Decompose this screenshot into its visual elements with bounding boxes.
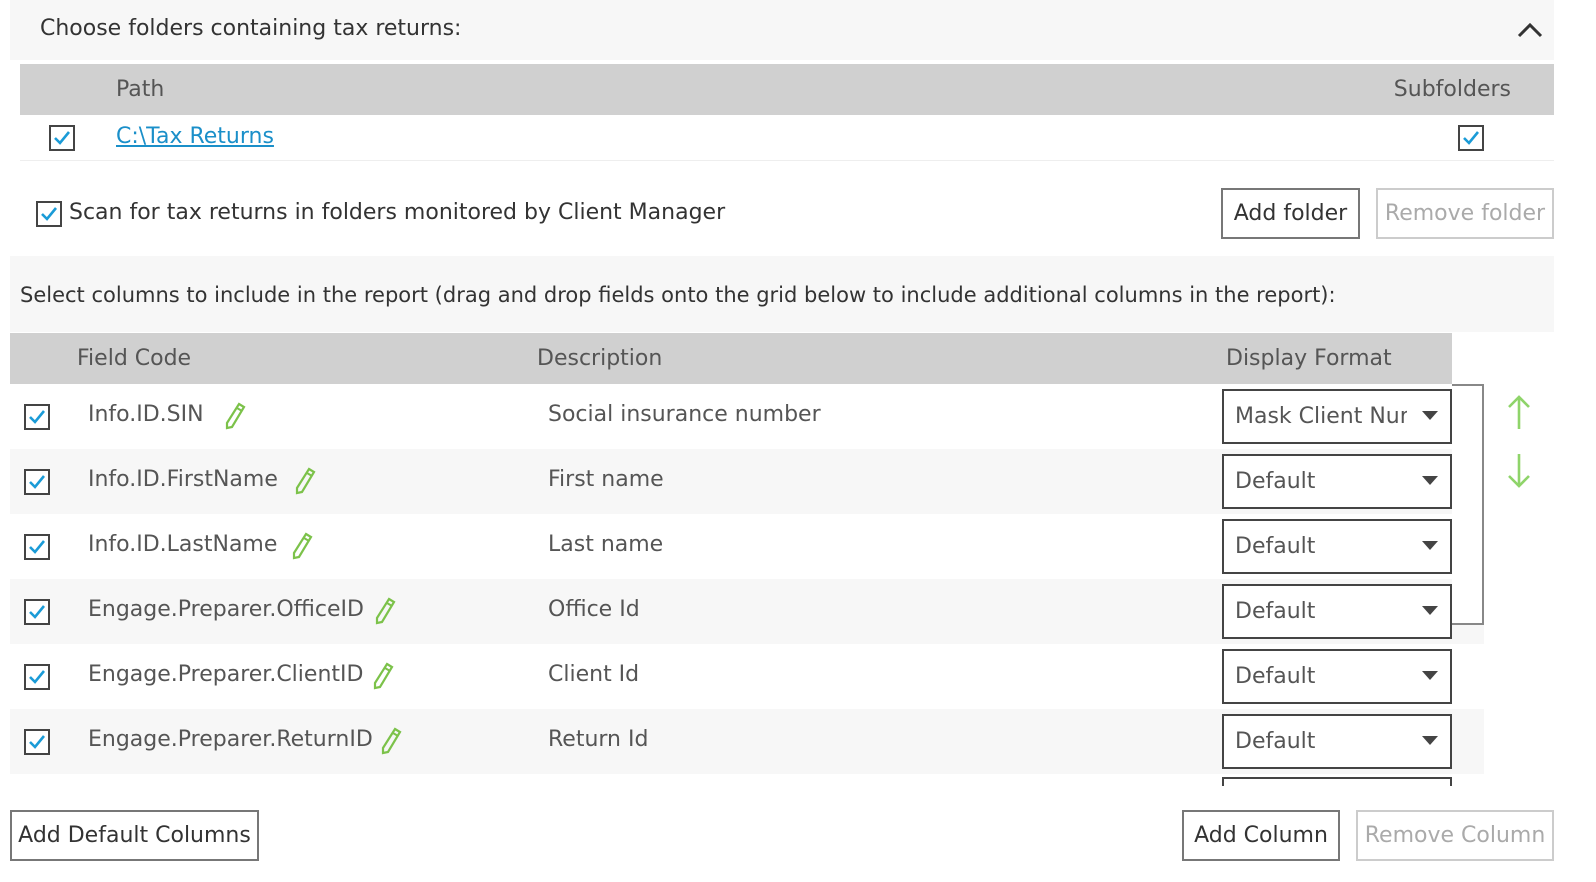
arrow-down-icon[interactable] (1504, 450, 1534, 490)
add-folder-button[interactable]: Add folder (1221, 188, 1360, 239)
columns-section-band: Select columns to include in the report … (10, 256, 1554, 332)
caret-down-icon (1422, 671, 1438, 680)
checkmark-icon (29, 670, 46, 684)
checkmark-icon (29, 410, 46, 424)
folder-grid-header: Path Subfolders (20, 64, 1554, 115)
field-code: Engage.Preparer.OfficeID (88, 597, 364, 622)
field-code-column-header: Field Code (77, 346, 192, 371)
table-row[interactable]: Info.ID.SIN Social insurance number Mask… (10, 384, 1484, 449)
column-include-checkbox[interactable] (24, 729, 50, 755)
column-include-checkbox[interactable] (24, 534, 50, 560)
pencil-icon[interactable] (224, 402, 246, 430)
caret-down-icon (1422, 411, 1438, 420)
caret-down-icon (1422, 541, 1438, 550)
columns-grid[interactable]: Info.ID.SIN Social insurance number Mask… (10, 384, 1484, 786)
pencil-icon[interactable] (291, 532, 313, 560)
display-format-select[interactable]: Default (1222, 454, 1452, 509)
display-format-value: Default (1235, 729, 1316, 754)
chevron-up-icon[interactable] (1516, 18, 1544, 42)
column-include-checkbox[interactable] (24, 469, 50, 495)
display-format-select[interactable] (1222, 777, 1452, 786)
folder-path-link[interactable]: C:\Tax Returns (116, 124, 274, 149)
display-format-column-header: Display Format (1226, 346, 1392, 371)
checkmark-icon (29, 605, 46, 619)
table-row[interactable] (10, 774, 1484, 786)
display-format-value: Default (1235, 534, 1316, 559)
field-code: Info.ID.SIN (88, 402, 204, 427)
field-description: Last name (548, 532, 664, 557)
field-code: Info.ID.FirstName (88, 467, 278, 492)
arrow-up-icon[interactable] (1504, 393, 1534, 433)
display-format-value: Mask Client Number (1235, 404, 1407, 429)
path-column-header: Path (116, 77, 165, 102)
display-format-select[interactable]: Default (1222, 649, 1452, 704)
display-format-select[interactable]: Default (1222, 714, 1452, 769)
folder-include-checkbox[interactable] (49, 125, 75, 151)
field-description: First name (548, 467, 664, 492)
column-include-checkbox[interactable] (24, 599, 50, 625)
subfolders-column-header: Subfolders (1393, 77, 1511, 102)
field-code: Info.ID.LastName (88, 532, 278, 557)
pencil-icon[interactable] (372, 662, 394, 690)
field-description: Social insurance number (548, 402, 821, 427)
checkmark-icon (29, 735, 46, 749)
pencil-icon[interactable] (380, 727, 402, 755)
subfolders-checkbox[interactable] (1458, 125, 1484, 151)
add-column-button[interactable]: Add Column (1182, 810, 1340, 861)
display-format-value: Default (1235, 469, 1316, 494)
display-format-select[interactable]: Default (1222, 584, 1452, 639)
checkmark-icon (54, 131, 71, 145)
description-column-header: Description (537, 346, 663, 371)
caret-down-icon (1422, 476, 1438, 485)
column-include-checkbox[interactable] (24, 664, 50, 690)
folder-row[interactable]: C:\Tax Returns (20, 115, 1554, 161)
table-row[interactable]: Engage.Preparer.ClientID Client Id Defau… (10, 644, 1484, 709)
checkmark-icon (29, 540, 46, 554)
folders-section-header[interactable]: Choose folders containing tax returns: (10, 0, 1554, 60)
remove-column-button[interactable]: Remove Column (1356, 810, 1554, 861)
folders-section-title: Choose folders containing tax returns: (40, 16, 462, 41)
checkmark-icon (41, 207, 58, 221)
pencil-icon[interactable] (294, 467, 316, 495)
table-row[interactable]: Info.ID.LastName Last name Default (10, 514, 1484, 579)
columns-section-title: Select columns to include in the report … (20, 283, 1336, 307)
caret-down-icon (1422, 736, 1438, 745)
checkmark-icon (1463, 131, 1480, 145)
remove-folder-button[interactable]: Remove folder (1376, 188, 1554, 239)
display-format-select[interactable]: Mask Client Number (1222, 389, 1452, 444)
checkmark-icon (29, 475, 46, 489)
scan-monitored-folders-checkbox[interactable] (36, 201, 62, 227)
field-description: Client Id (548, 662, 640, 687)
scan-monitored-folders-label[interactable]: Scan for tax returns in folders monitore… (69, 200, 725, 225)
table-row[interactable]: Engage.Preparer.OfficeID Office Id Defau… (10, 579, 1484, 644)
caret-down-icon (1422, 606, 1438, 615)
display-format-value: Default (1235, 599, 1316, 624)
display-format-value: Default (1235, 664, 1316, 689)
pencil-icon[interactable] (374, 597, 396, 625)
field-description: Return Id (548, 727, 649, 752)
columns-grid-scrollbar[interactable] (1452, 384, 1484, 625)
display-format-select[interactable]: Default (1222, 519, 1452, 574)
columns-grid-header: Field Code Description Display Format (10, 333, 1452, 384)
field-code: Engage.Preparer.ClientID (88, 662, 364, 687)
column-include-checkbox[interactable] (24, 404, 50, 430)
table-row[interactable]: Engage.Preparer.ReturnID Return Id Defau… (10, 709, 1484, 774)
field-code: Engage.Preparer.ReturnID (88, 727, 373, 752)
table-row[interactable]: Info.ID.FirstName First name Default (10, 449, 1484, 514)
field-description: Office Id (548, 597, 640, 622)
add-default-columns-button[interactable]: Add Default Columns (10, 810, 259, 861)
